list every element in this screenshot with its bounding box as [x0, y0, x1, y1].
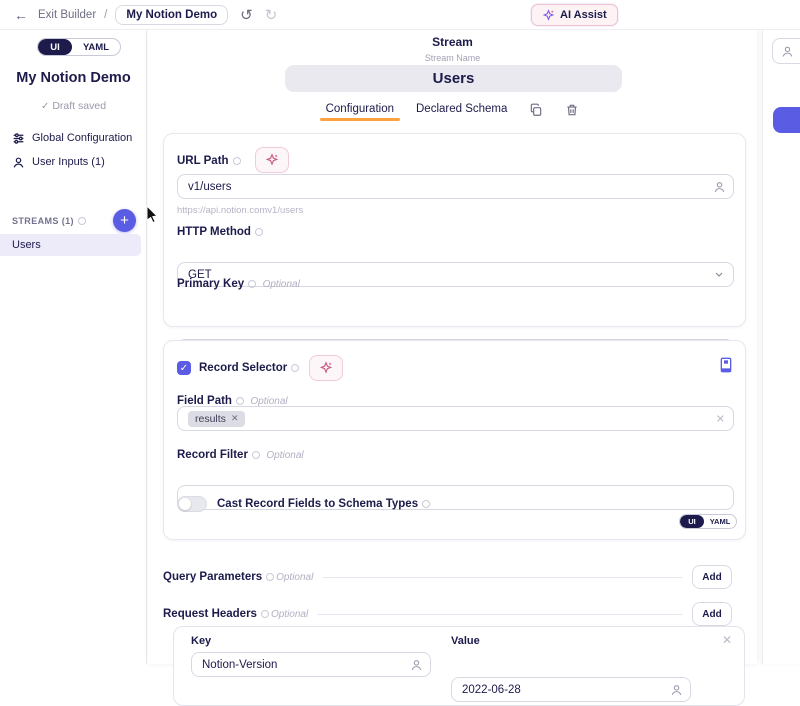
- cast-fields-toggle[interactable]: [177, 496, 207, 512]
- user-input-icon[interactable]: [410, 658, 423, 671]
- cast-fields-label: Cast Record Fields to Schema Types: [217, 498, 430, 510]
- url-path-label: URL Path: [177, 155, 241, 167]
- testing-panel: [762, 30, 800, 664]
- mode-yaml[interactable]: YAML: [72, 39, 120, 55]
- url-preview: https://api.notion.comv1/users: [177, 205, 303, 216]
- exit-builder-link[interactable]: Exit Builder: [38, 9, 96, 21]
- add-query-parameter-button[interactable]: Add: [692, 565, 732, 589]
- field-path-taginput[interactable]: results ✕: [177, 406, 734, 431]
- stream-name-input[interactable]: [285, 65, 622, 92]
- primary-key-label: Primary Key: [177, 278, 256, 290]
- record-selector-label: Record Selector: [199, 362, 299, 374]
- top-bar: ← Exit Builder / My Notion Demo ↺ ↻ AI A…: [0, 0, 800, 30]
- panel-title: Stream: [148, 35, 757, 49]
- testing-values-input[interactable]: [772, 38, 800, 64]
- add-request-header-button[interactable]: Add: [692, 602, 732, 626]
- user-input-icon[interactable]: [670, 683, 683, 696]
- ai-assist-button[interactable]: AI Assist: [531, 4, 618, 26]
- stream-tabs: Configuration Declared Schema: [148, 103, 757, 121]
- add-stream-button[interactable]: +: [113, 209, 136, 232]
- card-mode-toggle[interactable]: UI YAML: [679, 514, 737, 529]
- breadcrumb-separator: /: [104, 9, 107, 21]
- record-filter-label: Record Filter: [177, 449, 260, 461]
- info-icon: [236, 397, 244, 405]
- value-label: Value: [451, 635, 480, 647]
- query-parameters-section: Query Parameters Optional Add: [163, 564, 746, 590]
- sidebar: UI YAML My Notion Demo ✓Draft saved Glob…: [0, 30, 147, 664]
- connector-title: My Notion Demo: [0, 70, 147, 86]
- mode-yaml[interactable]: YAML: [704, 515, 736, 528]
- request-headers-section: Request Headers Optional Add: [163, 601, 746, 627]
- optional-hint: Optional: [266, 450, 303, 461]
- record-selector-card: ✓ Record Selector Field Path Optio: [163, 340, 746, 540]
- requester-card: URL Path https://api.notion.comv1/users …: [163, 133, 746, 327]
- undo-icon[interactable]: ↺: [240, 6, 253, 24]
- key-label: Key: [191, 635, 211, 647]
- remove-tag-icon[interactable]: ✕: [231, 413, 239, 424]
- divider: [318, 614, 682, 615]
- remove-header-icon[interactable]: ✕: [722, 633, 732, 647]
- info-icon: [233, 157, 241, 165]
- query-parameters-label: Query Parameters: [163, 571, 274, 583]
- info-icon: [422, 500, 430, 508]
- info-icon: [255, 228, 263, 236]
- sparkle-icon: [542, 9, 555, 22]
- clear-input-icon[interactable]: ✕: [716, 412, 725, 425]
- info-icon: [291, 364, 299, 372]
- chevron-down-icon: [713, 268, 726, 281]
- optional-hint: Optional: [276, 572, 313, 583]
- delete-stream-icon[interactable]: [565, 103, 579, 117]
- person-icon: [12, 156, 25, 169]
- sidebar-mode-toggle[interactable]: UI YAML: [37, 38, 121, 56]
- copy-icon[interactable]: [529, 103, 543, 117]
- project-name-box[interactable]: My Notion Demo: [115, 5, 228, 25]
- redo-icon[interactable]: ↻: [265, 6, 278, 24]
- optional-hint: Optional: [263, 279, 300, 290]
- sidebar-item-label: User Inputs (1): [32, 156, 105, 168]
- streams-header: STREAMS (1): [12, 216, 86, 226]
- sidebar-stream-users[interactable]: Users: [0, 234, 141, 256]
- request-headers-label: Request Headers: [163, 608, 269, 620]
- info-icon: [266, 573, 274, 581]
- header-value-input[interactable]: [451, 677, 691, 702]
- mode-ui[interactable]: UI: [38, 39, 72, 55]
- sidebar-item-global-configuration[interactable]: Global Configuration: [8, 127, 141, 149]
- url-path-ai-button[interactable]: [255, 147, 289, 173]
- sliders-icon: [12, 132, 25, 145]
- user-input-icon[interactable]: [713, 180, 726, 193]
- divider: [323, 577, 682, 578]
- info-icon: [248, 280, 256, 288]
- docs-panel-icon[interactable]: [719, 357, 733, 373]
- draft-status: ✓Draft saved: [0, 100, 147, 112]
- stream-config-panel: Stream Stream Name Configuration Declare…: [148, 30, 757, 664]
- tab-declared-schema[interactable]: Declared Schema: [416, 103, 507, 121]
- ai-assist-label: AI Assist: [560, 9, 607, 21]
- stream-name-label: Stream Name: [148, 53, 757, 63]
- info-icon: [261, 610, 269, 618]
- info-icon: [252, 451, 260, 459]
- record-selector-ai-button[interactable]: [309, 355, 343, 381]
- mode-ui[interactable]: UI: [680, 515, 704, 528]
- request-header-row: ✕ Key Value: [173, 626, 745, 706]
- tab-configuration[interactable]: Configuration: [326, 103, 394, 121]
- check-icon: ✓: [41, 101, 49, 112]
- url-path-input[interactable]: [177, 174, 734, 199]
- http-method-label: HTTP Method: [177, 226, 263, 238]
- sidebar-item-label: Global Configuration: [32, 132, 132, 144]
- test-button[interactable]: [773, 107, 800, 133]
- tag-pill: results ✕: [188, 411, 245, 427]
- optional-hint: Optional: [271, 609, 308, 620]
- sidebar-item-user-inputs[interactable]: User Inputs (1): [8, 151, 141, 173]
- record-selector-checkbox[interactable]: ✓: [177, 361, 191, 375]
- back-arrow-icon[interactable]: ←: [14, 7, 28, 23]
- info-icon: [78, 217, 86, 225]
- header-key-input[interactable]: [191, 652, 431, 677]
